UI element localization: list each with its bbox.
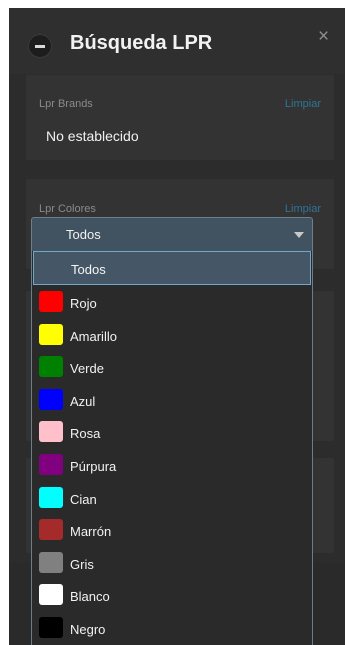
colores-select[interactable]: Todos bbox=[31, 217, 313, 251]
brands-clear-button[interactable]: Limpiar bbox=[285, 98, 321, 110]
brands-card: Lpr Brands Limpiar No establecido bbox=[26, 75, 334, 160]
close-icon[interactable]: × bbox=[318, 27, 329, 46]
color-swatch-icon bbox=[39, 323, 63, 345]
chevron-down-icon bbox=[294, 232, 304, 238]
option-label: Azul bbox=[70, 393, 96, 409]
colores-label: Lpr Colores bbox=[39, 203, 96, 215]
color-swatch-icon bbox=[39, 421, 63, 443]
color-swatch-icon bbox=[39, 356, 63, 378]
option-blanco[interactable]: Blanco bbox=[32, 580, 312, 612]
option-label: Púrpura bbox=[70, 459, 117, 474]
option-rosa[interactable]: Rosa bbox=[32, 417, 312, 449]
color-swatch-icon bbox=[39, 388, 63, 410]
option-purpura[interactable]: Púrpura bbox=[32, 450, 312, 482]
option-label: Blanco bbox=[70, 589, 110, 605]
color-swatch-icon bbox=[39, 617, 63, 638]
panel-title: Búsqueda LPR bbox=[70, 32, 213, 54]
colores-clear-button[interactable]: Limpiar bbox=[285, 203, 321, 215]
option-label: Marrón bbox=[70, 524, 112, 540]
option-rojo[interactable]: Rojo bbox=[32, 287, 312, 319]
color-swatch-icon bbox=[39, 454, 63, 475]
colores-dropdown-list: Todos Rojo Amarillo Verde Azul Rosa Púrpura Ci… bbox=[31, 251, 313, 645]
brands-value[interactable]: No establecido bbox=[46, 128, 139, 144]
colores-select-value: Todos bbox=[66, 227, 101, 242]
option-label: Negro bbox=[70, 622, 106, 637]
option-azul[interactable]: Azul bbox=[32, 385, 312, 417]
color-swatch-icon bbox=[39, 551, 63, 573]
color-swatch-icon bbox=[39, 519, 63, 541]
option-verde[interactable]: Verde bbox=[32, 352, 312, 384]
option-label: Todos bbox=[71, 262, 106, 277]
option-label: Amarillo bbox=[70, 328, 117, 344]
option-label: Verde bbox=[70, 361, 104, 377]
option-label: Rojo bbox=[70, 296, 97, 311]
app-logo-icon bbox=[29, 35, 51, 57]
option-negro[interactable]: Negro bbox=[32, 613, 312, 645]
option-marron[interactable]: Marrón bbox=[32, 515, 312, 547]
option-gris[interactable]: Gris bbox=[32, 548, 312, 580]
option-label: Rosa bbox=[70, 426, 101, 442]
color-swatch-icon bbox=[39, 291, 63, 312]
color-swatch-icon bbox=[39, 584, 63, 606]
option-label: Cian bbox=[70, 491, 97, 507]
brands-label: Lpr Brands bbox=[39, 98, 93, 110]
option-amarillo[interactable]: Amarillo bbox=[32, 320, 312, 352]
color-swatch-icon bbox=[39, 486, 63, 508]
panel-header: Búsqueda LPR × bbox=[9, 8, 345, 74]
option-todos[interactable]: Todos bbox=[33, 251, 311, 285]
option-label: Gris bbox=[70, 556, 94, 572]
option-cian[interactable]: Cian bbox=[32, 483, 312, 515]
